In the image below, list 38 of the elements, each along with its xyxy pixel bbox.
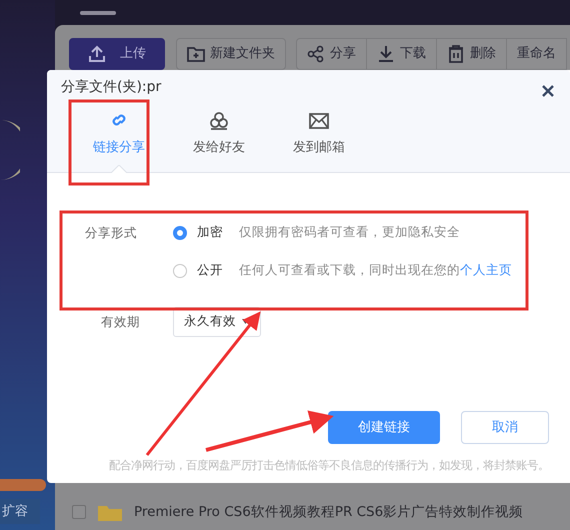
option-label[interactable]: 加密 bbox=[197, 223, 223, 242]
radio-button[interactable] bbox=[173, 264, 187, 278]
toolbar-button[interactable]: 删除 bbox=[436, 38, 507, 70]
option-description: 仅限拥有密码者可查看，更加隐私安全 bbox=[239, 223, 460, 242]
cancel-button[interactable]: 取消 bbox=[461, 411, 549, 444]
checkbox[interactable] bbox=[72, 505, 86, 519]
moon-icon bbox=[0, 120, 20, 180]
folder-plus-icon bbox=[187, 45, 205, 63]
upload-button[interactable]: 上传 bbox=[69, 38, 165, 70]
toolbar-button[interactable]: 分享 bbox=[296, 38, 367, 70]
field-label: 有效期 bbox=[100, 312, 141, 330]
share-tab[interactable]: 发给好友 bbox=[169, 106, 269, 172]
trash-icon bbox=[447, 45, 465, 63]
create-link-button[interactable]: 创建链接 bbox=[328, 411, 440, 444]
share-tab[interactable]: 链接分享 bbox=[69, 106, 169, 172]
share-icon bbox=[307, 45, 325, 63]
radio-button[interactable] bbox=[173, 226, 187, 240]
dialog-title: 分享文件(夹):pr bbox=[61, 78, 162, 97]
caret-icon bbox=[242, 319, 249, 324]
option-label[interactable]: 公开 bbox=[197, 261, 223, 280]
option-description: 任何人可查看或下载，同时出现在您的个人主页 bbox=[239, 261, 512, 280]
mail-icon bbox=[308, 110, 330, 132]
file-name[interactable]: Premiere Pro CS6软件视频教程PR CS6影片广告特效制作视频 bbox=[134, 502, 524, 522]
toolbar-button[interactable]: 下载 bbox=[366, 38, 437, 70]
folder-icon bbox=[98, 503, 122, 521]
toolbar-button[interactable]: 新建文件夹 bbox=[176, 38, 286, 70]
expand-button[interactable]: 扩容 bbox=[0, 498, 40, 524]
notice-text: 配合净网行动，百度网盘严厉打击色情低俗等不良信息的传播行为，如发现，将封禁账号。 bbox=[108, 458, 550, 474]
download-icon bbox=[377, 45, 395, 63]
close-icon[interactable] bbox=[541, 84, 555, 98]
upload-icon bbox=[88, 45, 106, 63]
toolbar-button[interactable]: 重命名 bbox=[506, 38, 567, 70]
drag-handle[interactable] bbox=[80, 11, 116, 15]
share-tab[interactable]: 发到邮箱 bbox=[269, 106, 369, 172]
homepage-link[interactable]: 个人主页 bbox=[460, 262, 512, 278]
storage-bar bbox=[0, 478, 46, 490]
people-icon bbox=[208, 110, 230, 132]
field-label: 分享形式 bbox=[85, 224, 138, 242]
